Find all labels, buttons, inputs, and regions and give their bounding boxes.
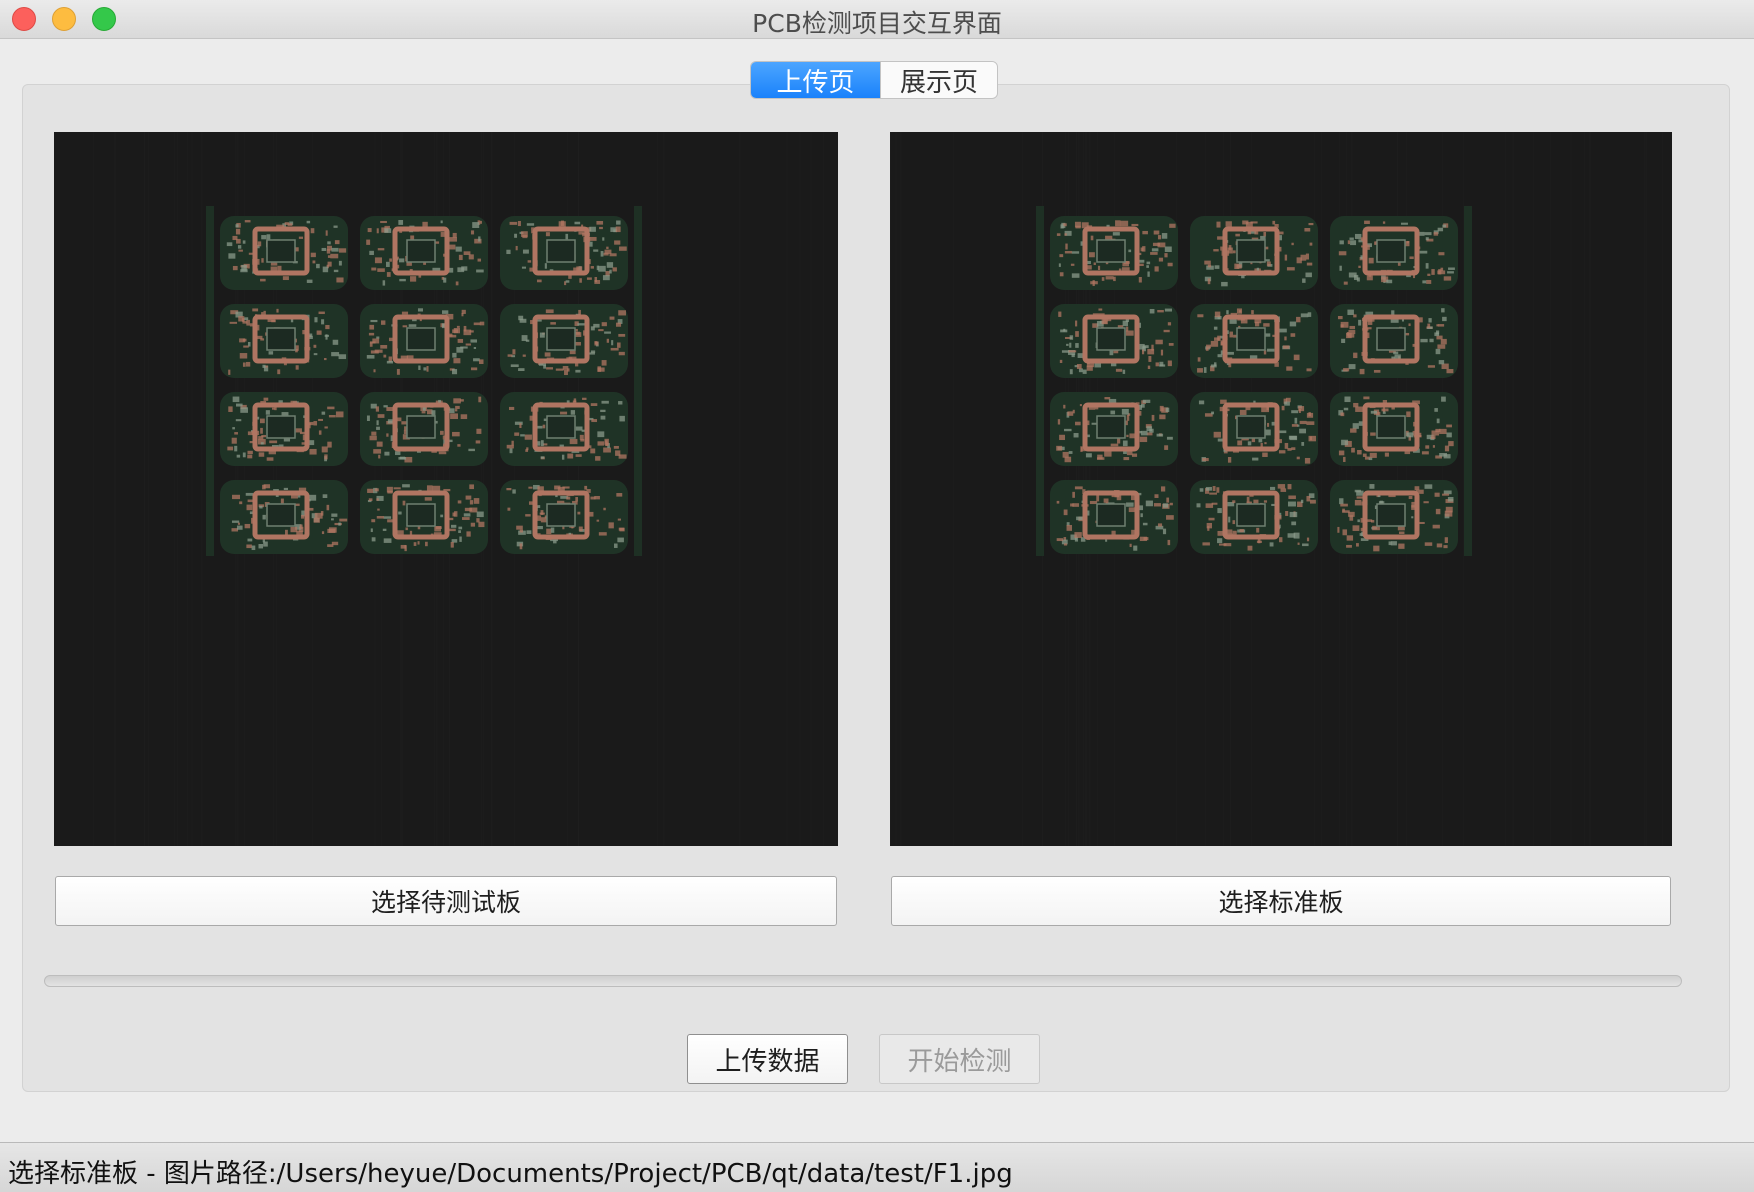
select-test-board-button[interactable]: 选择待测试板 xyxy=(55,876,837,926)
pcb-board xyxy=(220,304,348,378)
pcb-board xyxy=(1050,392,1178,466)
standard-board-image xyxy=(890,132,1672,846)
status-bar: 选择标准板 - 图片路径:/Users/heyue/Documents/Proj… xyxy=(0,1142,1754,1192)
pcb-board xyxy=(1050,216,1178,290)
pcb-rail xyxy=(1464,206,1472,556)
pcb-board xyxy=(360,480,488,554)
pcb-board xyxy=(220,216,348,290)
pcb-board xyxy=(500,216,628,290)
tab-display[interactable]: 展示页 xyxy=(880,62,997,98)
pcb-board xyxy=(1330,480,1458,554)
pcb-board xyxy=(1190,216,1318,290)
pcb-board xyxy=(500,304,628,378)
status-message: 选择标准板 - 图片路径:/Users/heyue/Documents/Proj… xyxy=(8,1159,1013,1189)
tab-upload[interactable]: 上传页 xyxy=(751,62,880,98)
progress-bar xyxy=(44,975,1682,987)
pcb-board xyxy=(500,480,628,554)
tab-bar: 上传页 展示页 xyxy=(750,61,998,99)
pcb-board xyxy=(360,304,488,378)
select-standard-board-button[interactable]: 选择标准板 xyxy=(891,876,1671,926)
pcb-board xyxy=(220,480,348,554)
pcb-board xyxy=(1050,480,1178,554)
pcb-board xyxy=(360,216,488,290)
pcb-board xyxy=(1330,216,1458,290)
test-board-image xyxy=(54,132,838,846)
pcb-rail xyxy=(206,206,214,556)
pcb-board xyxy=(1330,392,1458,466)
start-detection-button[interactable]: 开始检测 xyxy=(879,1034,1040,1084)
pcb-board xyxy=(220,392,348,466)
test-board-pcb-image xyxy=(93,132,824,846)
pcb-board xyxy=(360,392,488,466)
standard-board-pcb-image xyxy=(890,132,1664,846)
pcb-board xyxy=(1050,304,1178,378)
pcb-board xyxy=(1190,304,1318,378)
title-bar: PCB检测项目交互界面 xyxy=(0,0,1754,39)
pcb-board xyxy=(500,392,628,466)
app-window: PCB检测项目交互界面 上传页 展示页 选择待测试板 选择标准板 上传数据 开始… xyxy=(0,0,1754,1192)
pcb-board xyxy=(1330,304,1458,378)
pcb-rail xyxy=(634,206,642,556)
upload-data-button[interactable]: 上传数据 xyxy=(687,1034,848,1084)
pcb-rail xyxy=(1036,206,1044,556)
pcb-board xyxy=(1190,480,1318,554)
pcb-board xyxy=(1190,392,1318,466)
window-title: PCB检测项目交互界面 xyxy=(752,9,1002,38)
